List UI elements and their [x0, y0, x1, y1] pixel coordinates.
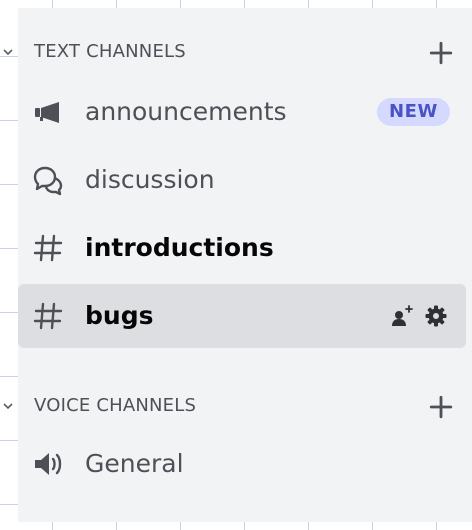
channel-name: discussion [85, 165, 215, 194]
category-voice-channels[interactable]: VOICE CHANNELS [3, 386, 472, 426]
invite-user-icon[interactable] [390, 304, 414, 328]
hash-icon [33, 302, 63, 330]
channel-bugs[interactable]: bugs [18, 284, 466, 348]
channel-name: bugs [85, 301, 154, 330]
megaphone-icon [35, 102, 59, 123]
channel-name: introductions [85, 233, 274, 262]
channel-sidebar: TEXT CHANNELS announcements NEW discussi… [3, 8, 472, 522]
plus-icon[interactable] [428, 394, 454, 420]
channel-announcements[interactable]: announcements NEW [18, 80, 466, 144]
hash-icon [33, 234, 63, 262]
channel-discussion[interactable]: discussion [18, 148, 466, 212]
channel-introductions[interactable]: introductions [18, 216, 466, 280]
forum-bubbles-icon [33, 166, 63, 196]
chevron-down-icon[interactable] [2, 46, 14, 58]
category-text-channels[interactable]: TEXT CHANNELS [3, 32, 472, 72]
gear-icon[interactable] [424, 304, 448, 328]
category-label: VOICE CHANNELS [34, 395, 197, 416]
category-label: TEXT CHANNELS [34, 41, 186, 62]
speaker-icon [35, 453, 62, 475]
channel-name: General [85, 449, 184, 478]
channel-name: announcements [85, 97, 287, 126]
voice-channel-general[interactable]: General [18, 432, 466, 496]
new-badge: NEW [376, 98, 450, 126]
chevron-down-icon[interactable] [2, 400, 14, 412]
plus-icon[interactable] [428, 40, 454, 66]
